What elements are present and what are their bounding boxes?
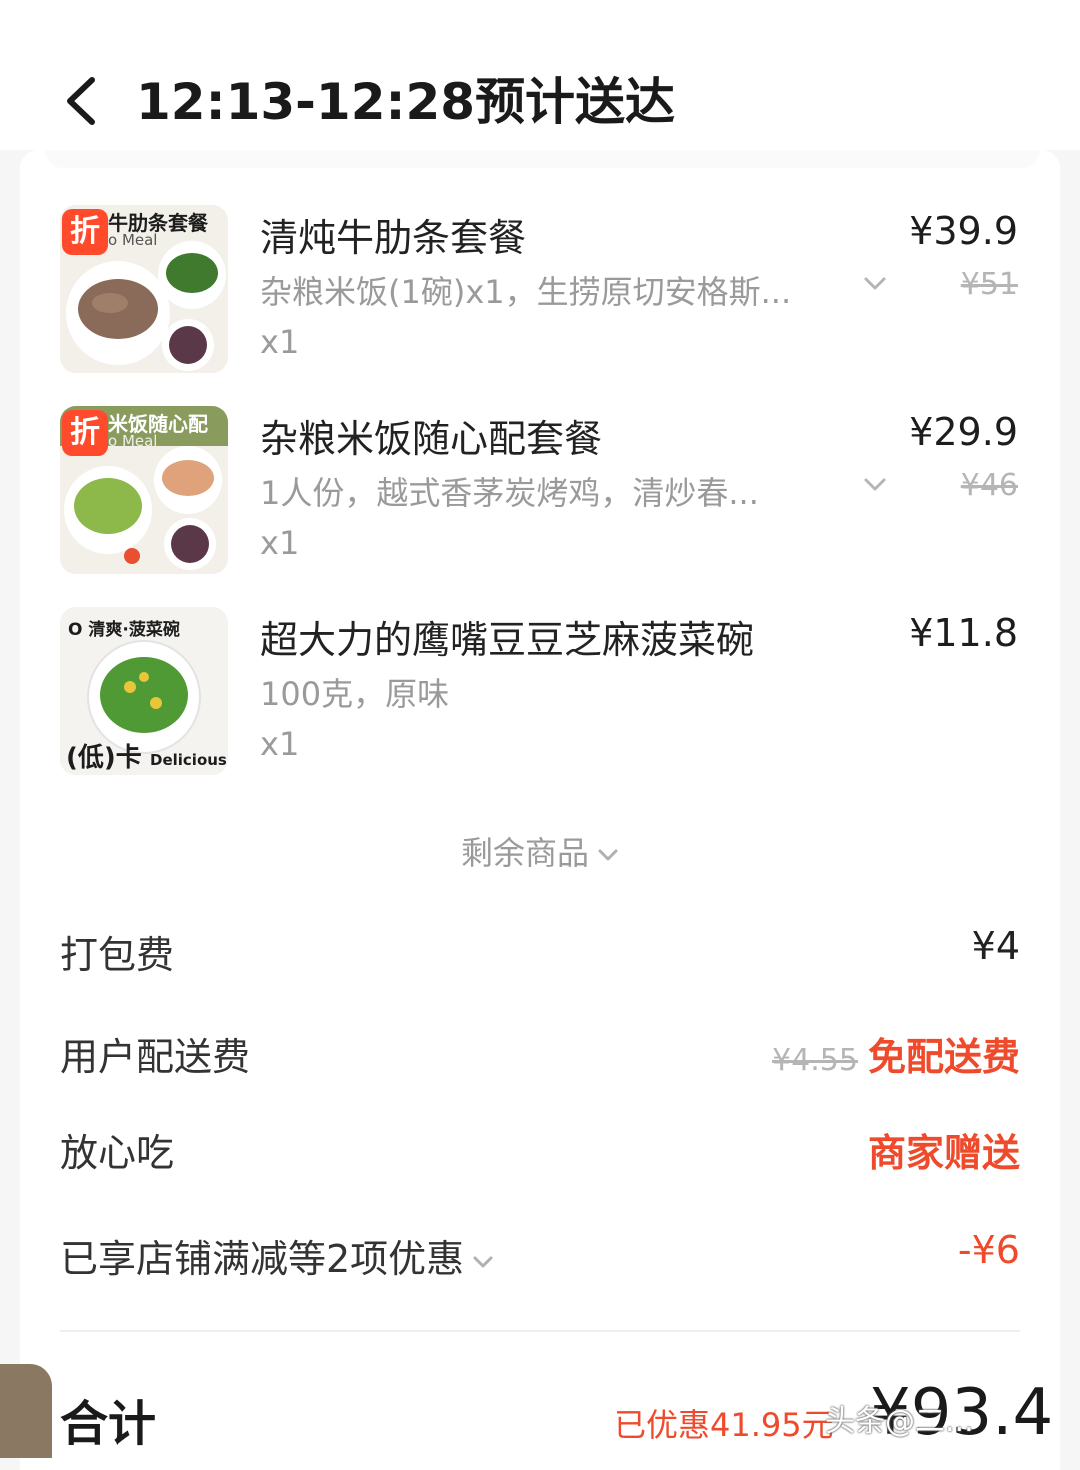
floating-side-tab[interactable] xyxy=(0,1364,52,1458)
item-quantity: x1 xyxy=(260,323,300,361)
card-top-shadow xyxy=(45,150,1040,168)
item-spec: 100克，原味 xyxy=(260,675,450,713)
chevron-down-icon xyxy=(598,849,618,861)
packing-fee-label: 打包费 xyxy=(60,933,175,977)
order-item[interactable]: 米饭随心配 o Meal 折 杂粮米饭随心配套餐 1人份，越式香茅炭烤鸡，清炒春… xyxy=(60,406,1020,576)
chevron-down-icon xyxy=(864,478,886,491)
item-original-price: ¥51 xyxy=(960,267,1018,302)
item-thumbnail: 牛肋条套餐 o Meal 折 xyxy=(60,205,228,373)
item-thumbnail: O 清爽·菠菜碗 (低)卡 Delicious. xyxy=(60,607,228,775)
remaining-items-toggle[interactable]: 剩余商品 xyxy=(0,828,1080,874)
remaining-items-label: 剩余商品 xyxy=(460,834,589,872)
item-thumbnail: 米饭随心配 o Meal 折 xyxy=(60,406,228,574)
delivery-fee-label: 用户配送费 xyxy=(60,1035,251,1079)
item-spec: 1人份，越式香茅炭烤鸡，清炒春... xyxy=(260,474,759,512)
top-bar: 12:13-12:28预计送达 xyxy=(0,0,1080,150)
watermark: 头条@二... xyxy=(825,1404,974,1439)
total-label: 合计 xyxy=(60,1396,157,1452)
discounts-row[interactable]: 已享店铺满减等2项优惠 -¥6 xyxy=(60,1228,1020,1288)
order-item[interactable]: 牛肋条套餐 o Meal 折 清炖牛肋条套餐 杂粮米饭(1碗)x1，生捞原切安格… xyxy=(60,205,1020,375)
free-delivery-label: 免配送费 xyxy=(867,1035,1020,1079)
thumbnail-caption: O 清爽·菠菜碗 xyxy=(68,620,180,640)
item-name: 杂粮米饭随心配套餐 xyxy=(260,417,603,461)
item-original-price: ¥46 xyxy=(960,468,1018,503)
item-quantity: x1 xyxy=(260,524,300,562)
discounts-value: -¥6 xyxy=(957,1228,1020,1272)
thumbnail-subcaption: o Meal xyxy=(108,231,158,249)
assurance-row: 放心吃 商家赠送 xyxy=(60,1122,1020,1182)
assurance-label: 放心吃 xyxy=(60,1131,175,1175)
item-price: ¥11.8 xyxy=(909,611,1018,655)
item-price: ¥39.9 xyxy=(909,209,1018,253)
thumbnail-footer-en: Delicious. xyxy=(150,751,228,769)
merchant-gift-label: 商家赠送 xyxy=(867,1131,1020,1175)
chevron-left-icon xyxy=(67,77,95,125)
item-spec: 杂粮米饭(1碗)x1，生捞原切安格斯... xyxy=(260,273,792,311)
thumbnail-subcaption: o Meal xyxy=(108,432,158,450)
item-name: 超大力的鹰嘴豆豆芝麻菠菜碗 xyxy=(260,618,755,662)
order-item[interactable]: O 清爽·菠菜碗 (低)卡 Delicious. 超大力的鹰嘴豆豆芝麻菠菜碗 1… xyxy=(60,607,1020,777)
divider xyxy=(60,1330,1020,1332)
discounts-label: 已享店铺满减等2项优惠 xyxy=(60,1237,465,1281)
expand-spec-button[interactable] xyxy=(862,476,888,494)
item-name: 清炖牛肋条套餐 xyxy=(260,216,527,260)
discount-badge: 折 xyxy=(62,410,108,456)
chevron-down-icon xyxy=(473,1256,493,1267)
packing-fee-row: 打包费 ¥4 xyxy=(60,924,1020,984)
discount-badge: 折 xyxy=(62,209,108,255)
discounts-toggle[interactable]: 已享店铺满减等2项优惠 xyxy=(60,1228,494,1283)
chevron-down-icon xyxy=(864,277,886,290)
expand-spec-button[interactable] xyxy=(862,275,888,293)
delivery-fee-row: 用户配送费 ¥4.55 免配送费 xyxy=(60,1026,1020,1086)
back-button[interactable] xyxy=(58,74,108,128)
packing-fee-value: ¥4 xyxy=(971,924,1020,968)
item-quantity: x1 xyxy=(260,725,300,763)
delivery-fee-value: ¥4.55 免配送费 xyxy=(772,1026,1020,1081)
delivery-time-title: 12:13-12:28预计送达 xyxy=(136,73,676,131)
delivery-fee-original: ¥4.55 xyxy=(772,1043,858,1078)
thumbnail-footer: (低)卡 xyxy=(66,743,142,773)
saved-amount: 已优惠41.95元 xyxy=(614,1406,834,1444)
item-price: ¥29.9 xyxy=(909,410,1018,454)
